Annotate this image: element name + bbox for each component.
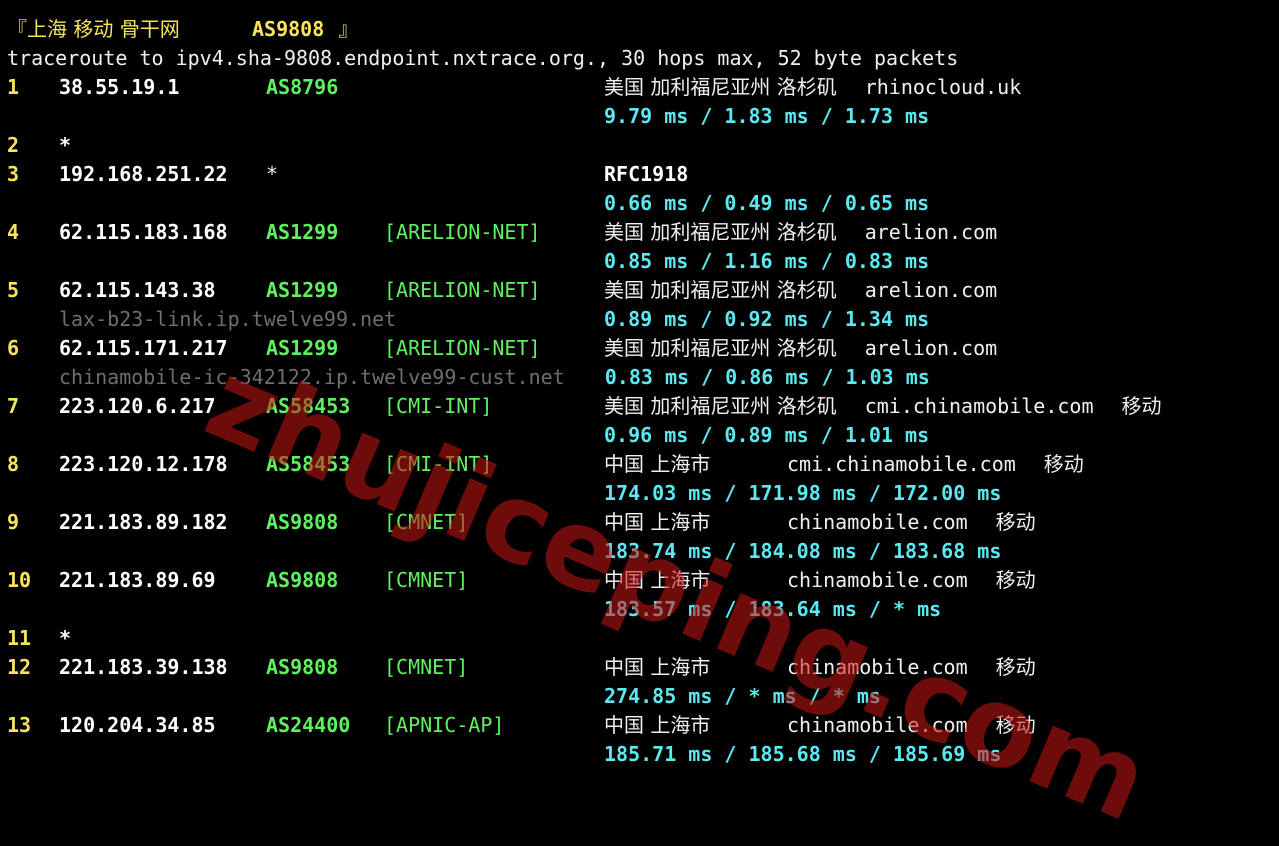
hop-domain: chinamobile.com <box>787 568 968 592</box>
hop-ip: 221.183.89.182 <box>59 510 228 534</box>
hop-network-tag: [CMNET] <box>384 568 469 592</box>
hop-network-tag: [ARELION-NET] <box>384 336 541 360</box>
hop-number: 1 <box>7 75 20 99</box>
hop-geo: 中国 上海市 <box>604 452 711 476</box>
hop-network-tag: [CMI-INT] <box>384 452 493 476</box>
command-line: traceroute to ipv4.sha-9808.endpoint.nxt… <box>0 44 958 73</box>
hop-asn: AS1299 <box>266 220 339 244</box>
hop-timeout: * <box>59 626 72 650</box>
hop-ip: 221.183.39.138 <box>59 655 228 679</box>
hop-ip: 62.115.171.217 <box>59 336 228 360</box>
hop-geo: 美国 加利福尼亚州 洛杉矶 <box>604 220 837 244</box>
hop-domain: chinamobile.com <box>787 655 968 679</box>
hop-geo: RFC1918 <box>604 162 689 186</box>
hop-geo: 中国 上海市 <box>604 713 711 737</box>
hop-domain: cmi.chinamobile.com <box>787 452 1016 476</box>
hop-domain: chinamobile.com <box>787 713 968 737</box>
hop-geo: 美国 加利福尼亚州 洛杉矶 <box>604 336 837 360</box>
hop-geo: 中国 上海市 <box>604 655 711 679</box>
hop-rdns: lax-b23-link.ip.twelve99.net <box>59 307 397 331</box>
hop-geo: 美国 加利福尼亚州 洛杉矶 <box>604 75 837 99</box>
hop-asn: AS9808 <box>266 510 339 534</box>
header-line: 『上海 移动 骨干网 AS9808 』 <box>0 15 358 44</box>
hop-rtt: 0.83 ms / 0.86 ms / 1.03 ms <box>604 365 930 389</box>
hop-number: 13 <box>7 713 32 737</box>
hop-rtt: 174.03 ms / 171.98 ms / 172.00 ms <box>604 481 1002 505</box>
hop-geo: 中国 上海市 <box>604 510 711 534</box>
hop-rtt: 185.71 ms / 185.68 ms / 185.69 ms <box>604 742 1002 766</box>
hop-rtt: 274.85 ms / * ms / * ms <box>604 684 881 708</box>
hop-number: 10 <box>7 568 32 592</box>
hop-network-tag: [ARELION-NET] <box>384 278 541 302</box>
hop-ip: 38.55.19.1 <box>59 75 180 99</box>
header-title-close: 』 <box>332 17 359 41</box>
hop-ip: 221.183.89.69 <box>59 568 216 592</box>
hop-domain: arelion.com <box>864 278 998 302</box>
terminal-window[interactable]: 『上海 移动 骨干网 AS9808 』 traceroute to ipv4.s… <box>0 0 1279 846</box>
hop-domain: chinamobile.com <box>787 510 968 534</box>
hop-number: 5 <box>7 278 20 302</box>
hop-asn: AS58453 <box>266 394 351 418</box>
hop-isp: 移动 <box>995 655 1036 679</box>
hop-rdns: chinamobile-ic-342122.ip.twelve99-cust.n… <box>59 365 565 389</box>
hop-ip: 192.168.251.22 <box>59 162 228 186</box>
hop-domain: rhinocloud.uk <box>864 75 1022 99</box>
hop-timeout: * <box>59 133 72 157</box>
hop-isp: 移动 <box>1043 452 1084 476</box>
hop-isp: 移动 <box>1121 394 1162 418</box>
hop-geo: 中国 上海市 <box>604 568 711 592</box>
hop-network-tag: [CMI-INT] <box>384 394 493 418</box>
hop-ip: 223.120.6.217 <box>59 394 216 418</box>
hop-number: 3 <box>7 162 20 186</box>
hop-number: 11 <box>7 626 32 650</box>
hop-number: 9 <box>7 510 20 534</box>
hop-ip: 120.204.34.85 <box>59 713 216 737</box>
hop-network-tag: [CMNET] <box>384 510 469 534</box>
hop-asn: AS8796 <box>266 75 339 99</box>
hop-asn: AS1299 <box>266 278 339 302</box>
hop-isp: 移动 <box>995 568 1036 592</box>
hop-rtt: 0.85 ms / 1.16 ms / 0.83 ms <box>604 249 930 273</box>
hop-ip: 62.115.143.38 <box>59 278 216 302</box>
hop-isp: 移动 <box>995 713 1036 737</box>
hop-number: 4 <box>7 220 20 244</box>
hop-number: 7 <box>7 394 20 418</box>
hop-rtt: 0.89 ms / 0.92 ms / 1.34 ms <box>604 307 930 331</box>
hop-geo: 美国 加利福尼亚州 洛杉矶 <box>604 278 837 302</box>
hop-rtt: 183.74 ms / 184.08 ms / 183.68 ms <box>604 539 1002 563</box>
hop-number: 6 <box>7 336 20 360</box>
hop-ip: 223.120.12.178 <box>59 452 228 476</box>
hop-asn: AS58453 <box>266 452 351 476</box>
header-asn: AS9808 <box>252 17 325 41</box>
hop-domain: arelion.com <box>864 336 998 360</box>
hop-rtt: 9.79 ms / 1.83 ms / 1.73 ms <box>604 104 930 128</box>
hop-asn: AS1299 <box>266 336 339 360</box>
hop-network-tag: [ARELION-NET] <box>384 220 541 244</box>
hop-rtt: 183.57 ms / 183.64 ms / * ms <box>604 597 942 621</box>
hop-asn: AS9808 <box>266 655 339 679</box>
hop-number: 8 <box>7 452 20 476</box>
hop-network-tag: [APNIC-AP] <box>384 713 505 737</box>
hop-domain: arelion.com <box>864 220 998 244</box>
header-title: 『上海 移动 骨干网 <box>7 17 187 41</box>
hop-number: 12 <box>7 655 32 679</box>
hop-isp: 移动 <box>995 510 1036 534</box>
hop-ip: 62.115.183.168 <box>59 220 228 244</box>
hop-rtt: 0.66 ms / 0.49 ms / 0.65 ms <box>604 191 930 215</box>
hop-domain: cmi.chinamobile.com <box>864 394 1094 418</box>
traceroute-command: traceroute to ipv4.sha-9808.endpoint.nxt… <box>7 46 959 70</box>
hop-rtt: 0.96 ms / 0.89 ms / 1.01 ms <box>604 423 930 447</box>
hop-geo: 美国 加利福尼亚州 洛杉矶 <box>604 394 837 418</box>
hop-asn: * <box>266 162 279 186</box>
hop-asn: AS9808 <box>266 568 339 592</box>
hop-number: 2 <box>7 133 20 157</box>
hop-asn: AS24400 <box>266 713 351 737</box>
hop-network-tag: [CMNET] <box>384 655 469 679</box>
